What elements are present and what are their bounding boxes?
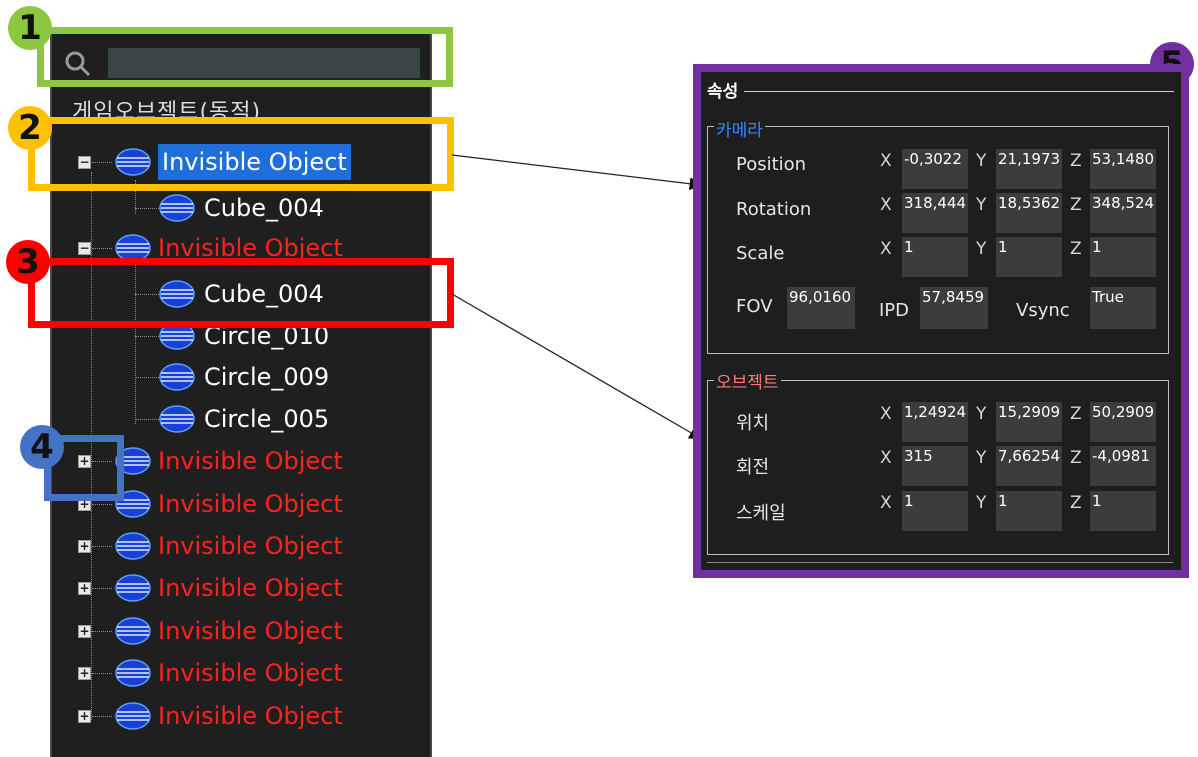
camera-scale-x-field[interactable]: 1 (902, 237, 968, 277)
object-scale-z-axis-label: Z (1070, 493, 1082, 513)
object-scale-x-axis-label: X (880, 493, 892, 513)
camera-rotation-label: Rotation (736, 199, 812, 220)
camera-rotation-x-field[interactable]: 318,444 (902, 193, 968, 233)
camera-rotation-y-field[interactable]: 18,5362 (996, 193, 1062, 233)
camera-scale-y-field[interactable]: 1 (996, 237, 1062, 277)
camera-fov-label: FOV (736, 296, 773, 317)
camera-position-x-axis-label: X (880, 151, 892, 171)
arrow-to-object (451, 293, 703, 440)
object-scale-y-field[interactable]: 1 (996, 491, 1062, 531)
camera-rotation-z-field[interactable]: 348,524 (1090, 193, 1156, 233)
arrow-to-camera (451, 154, 703, 191)
camera-scale-z-axis-label: Z (1070, 239, 1082, 259)
object-position-x-field[interactable]: 1,24924 (902, 402, 968, 442)
object-position-z-field[interactable]: 50,2909 (1090, 402, 1156, 442)
camera-scale-x-axis-label: X (880, 239, 892, 259)
object-position-z-axis-label: Z (1070, 404, 1082, 424)
object-scale-z-field[interactable]: 1 (1090, 491, 1156, 531)
object-scale-x-field[interactable]: 1 (902, 491, 968, 531)
camera-rotation-y-axis-label: Y (976, 195, 987, 215)
properties-bottom-rule (707, 562, 1173, 563)
camera-rotation-x-axis-label: X (880, 195, 892, 215)
camera-ipd-field[interactable]: 57,8459 (920, 287, 988, 329)
camera-position-z-field[interactable]: 53,1480 (1090, 149, 1156, 189)
object-rotation-z-axis-label: Z (1070, 448, 1082, 468)
object-position-label: 위치 (736, 413, 770, 434)
camera-position-y-field[interactable]: 21,1973 (996, 149, 1062, 189)
object-position-y-field[interactable]: 15,2909 (996, 402, 1062, 442)
camera-vsync-label: Vsync (1016, 300, 1070, 321)
camera-scale-y-axis-label: Y (976, 239, 987, 259)
camera-group-title: 카메라 (714, 116, 765, 141)
camera-ipd-label: IPD (879, 300, 910, 321)
object-scale-label: 스케일 (736, 503, 786, 524)
object-rotation-x-axis-label: X (880, 448, 892, 468)
object-rotation-label: 회전 (736, 457, 770, 478)
object-position-y-axis-label: Y (976, 404, 987, 424)
camera-fov-field[interactable]: 96,0160 (787, 287, 855, 329)
object-rotation-y-field[interactable]: 7,66254 (996, 446, 1062, 486)
camera-scale-label: Scale (736, 243, 785, 264)
object-group-title: 오브젝트 (714, 368, 781, 393)
camera-vsync-field[interactable]: True (1090, 287, 1156, 329)
camera-position-label: Position (736, 154, 807, 175)
camera-position-x-field[interactable]: -0,3022 (902, 149, 968, 189)
camera-position-y-axis-label: Y (976, 151, 987, 171)
object-rotation-z-field[interactable]: -4,0981 (1090, 446, 1156, 486)
object-scale-y-axis-label: Y (976, 493, 987, 513)
camera-position-z-axis-label: Z (1070, 151, 1082, 171)
camera-scale-z-field[interactable]: 1 (1090, 237, 1156, 277)
properties-title-rule (744, 91, 1174, 92)
object-rotation-x-field[interactable]: 315 (902, 446, 968, 486)
properties-title: 속성 (707, 82, 739, 102)
camera-rotation-z-axis-label: Z (1070, 195, 1082, 215)
object-position-x-axis-label: X (880, 404, 892, 424)
object-rotation-y-axis-label: Y (976, 448, 987, 468)
